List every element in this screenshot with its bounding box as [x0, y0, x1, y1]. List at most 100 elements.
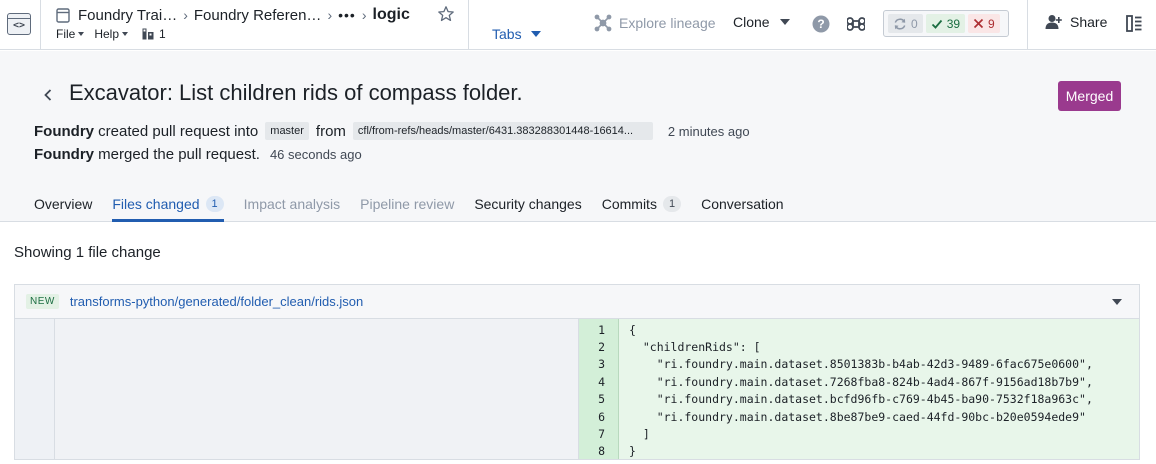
code-lines: { "childrenRids": [ "ri.foundry.main.dat… — [619, 319, 1139, 459]
side-panel-icon[interactable] — [1126, 15, 1142, 32]
checks-summary[interactable]: 0 39 9 — [883, 10, 1009, 37]
new-line-gutter: 1 2 3 4 5 6 7 8 — [579, 319, 619, 459]
checks-running[interactable]: 0 — [888, 14, 923, 33]
chevron-left-icon[interactable] — [42, 88, 54, 102]
tab-label: Security changes — [474, 196, 582, 212]
breadcrumb: Foundry Trai… › Foundry Referen… › ••• ›… — [56, 5, 410, 25]
tab-label: Conversation — [701, 196, 784, 212]
created-timestamp: 2 minutes ago — [667, 123, 750, 139]
refresh-icon — [894, 17, 906, 30]
code-line: "childrenRids": [ — [629, 340, 761, 355]
merged-timestamp: 46 seconds ago — [269, 147, 362, 162]
source-branch-tag[interactable]: cfl/from-refs/heads/master/6431.38328830… — [352, 122, 653, 140]
tab-files-changed[interactable]: Files changed 1 — [112, 196, 224, 222]
help-icon[interactable]: ? — [812, 15, 830, 33]
line-number: 1 — [598, 322, 605, 337]
code-workspace-app-icon[interactable]: <> — [7, 13, 31, 35]
code-line: } — [629, 444, 636, 459]
checks-failed-count: 9 — [988, 16, 995, 31]
page-title: Excavator: List children rids of compass… — [69, 80, 523, 105]
tab-label: Files changed — [112, 196, 200, 212]
divider — [40, 0, 41, 50]
tab-label: Overview — [34, 196, 93, 212]
checks-failed[interactable]: 9 — [968, 14, 1000, 33]
line-numbers: 1 2 3 4 5 6 7 8 — [579, 319, 618, 460]
user-share-icon — [1045, 15, 1062, 29]
file-diff-header[interactable]: NEW transforms-python/generated/folder_c… — [15, 285, 1139, 319]
checks-running-count: 0 — [911, 16, 918, 31]
tab-overview[interactable]: Overview — [34, 196, 92, 222]
breadcrumb-item[interactable]: Foundry Referen… — [194, 7, 322, 24]
tab-pipeline-review[interactable]: Pipeline review — [360, 196, 454, 222]
line-number: 8 — [598, 444, 605, 459]
tab-impact-analysis[interactable]: Impact analysis — [244, 196, 340, 222]
clone-button[interactable]: Clone — [733, 14, 790, 30]
code-line: "ri.foundry.main.dataset.7268fba8-824b-4… — [629, 374, 1093, 389]
line-number: 6 — [598, 409, 605, 424]
app-icon-glyph: <> — [12, 20, 26, 31]
pr-tab-bar: Overview Files changed 1 Impact analysis… — [34, 196, 804, 222]
line-number: 4 — [598, 374, 605, 389]
old-code-pane — [55, 319, 579, 459]
help-menu[interactable]: Help — [94, 27, 129, 41]
branches-button[interactable]: 1 — [142, 27, 166, 41]
action-text: merged the pull request. — [98, 146, 260, 163]
x-icon — [973, 18, 984, 29]
caret-down-icon — [122, 32, 129, 36]
tab-label: Pipeline review — [360, 196, 455, 212]
actor-name[interactable]: Foundry — [34, 123, 94, 140]
clone-label: Clone — [733, 14, 770, 30]
menu-bar: File Help 1 — [56, 27, 166, 41]
file-path-link[interactable]: transforms-python/generated/folder_clean… — [70, 294, 363, 309]
tab-commits[interactable]: Commits 1 — [602, 196, 682, 222]
tab-conversation[interactable]: Conversation — [701, 196, 784, 222]
code-line: { — [629, 322, 636, 337]
file-menu-label: File — [56, 27, 76, 41]
pull-request-header: Excavator: List children rids of compass… — [0, 51, 1156, 222]
caret-down-icon — [530, 31, 541, 37]
count-badge: 1 — [662, 196, 682, 212]
star-icon[interactable] — [437, 5, 455, 23]
breadcrumb-more-button[interactable]: ••• — [338, 7, 356, 23]
action-text: created pull request into — [98, 122, 259, 140]
actor-name[interactable]: Foundry — [34, 146, 94, 163]
command-palette-icon[interactable] — [847, 15, 865, 33]
breadcrumb-item[interactable]: Foundry Trai… — [78, 7, 177, 24]
new-file-badge: NEW — [26, 294, 59, 309]
file-menu[interactable]: File — [56, 27, 85, 41]
line-number: 3 — [598, 357, 605, 372]
code-line: ] — [629, 427, 650, 442]
tabs-dropdown[interactable]: Tabs — [492, 26, 541, 42]
check-icon — [931, 19, 942, 29]
share-label: Share — [1070, 14, 1108, 30]
checks-passed[interactable]: 39 — [925, 14, 966, 33]
divider — [1027, 0, 1028, 50]
share-button[interactable]: Share — [1045, 14, 1107, 30]
explore-lineage-label: Explore lineage — [619, 15, 716, 31]
explore-lineage-button[interactable]: Explore lineage — [594, 14, 716, 32]
files-summary: Showing 1 file change — [14, 244, 161, 261]
branch-icon — [142, 28, 154, 40]
tab-security-changes[interactable]: Security changes — [474, 196, 581, 222]
code-line: "ri.foundry.main.dataset.8be87be9-caed-4… — [629, 409, 1086, 424]
code-line: "ri.foundry.main.dataset.8501383b-b4ab-4… — [629, 357, 1093, 372]
caret-down-icon — [779, 19, 790, 25]
line-number: 7 — [598, 427, 605, 442]
current-repository-name: logic — [372, 6, 410, 23]
tab-label: Impact analysis — [243, 196, 341, 212]
line-number: 5 — [598, 392, 605, 407]
pr-merged-line: Foundry merged the pull request. 46 seco… — [34, 146, 362, 163]
chevron-right-icon: › — [361, 7, 367, 23]
chevron-right-icon: › — [183, 7, 188, 23]
code-line: "ri.foundry.main.dataset.bcfd96fb-c769-4… — [629, 392, 1093, 407]
divider — [468, 0, 469, 50]
target-branch-tag[interactable]: master — [265, 122, 309, 140]
new-code-pane: { "childrenRids": [ "ri.foundry.main.dat… — [619, 319, 1139, 459]
chevron-right-icon: › — [327, 7, 333, 23]
tabs-dropdown-label: Tabs — [492, 26, 522, 42]
lineage-icon — [594, 14, 612, 32]
status-badge: Merged — [1058, 81, 1121, 111]
caret-down-icon — [78, 32, 85, 36]
caret-down-icon[interactable] — [1112, 299, 1122, 305]
pr-created-line: Foundry created pull request into master… — [34, 122, 750, 140]
